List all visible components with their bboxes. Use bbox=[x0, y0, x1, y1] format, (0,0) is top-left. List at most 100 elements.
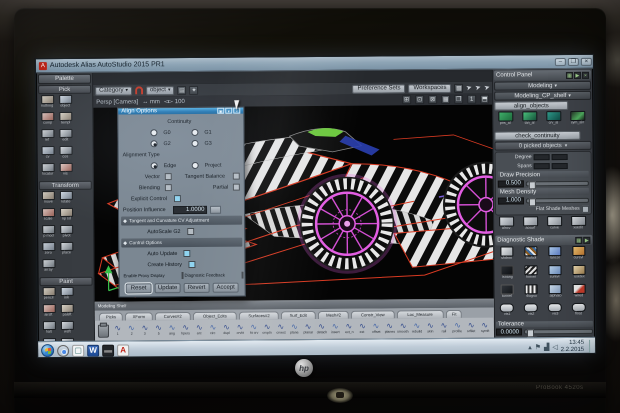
picked-objects-bar[interactable]: 0 picked objects▾ bbox=[494, 141, 591, 151]
cursor-tool-icon[interactable]: ➤ bbox=[465, 83, 473, 92]
taskbar-clock[interactable]: 13:452.2.2015 bbox=[561, 339, 586, 353]
shelf-tool[interactable]: ∿hpers bbox=[179, 322, 193, 337]
minimize-button[interactable]: – bbox=[555, 58, 566, 66]
spans-field[interactable] bbox=[552, 163, 568, 169]
explorer-icon[interactable]: ▢ bbox=[72, 344, 84, 356]
spans-field[interactable] bbox=[534, 163, 550, 169]
palette-tool[interactable]: pivot bbox=[57, 225, 75, 242]
shelf-tool[interactable]: ∿3 bbox=[138, 323, 152, 338]
diagnostic-tool[interactable]: tunnel bbox=[496, 284, 519, 302]
volume-icon[interactable]: ◁ bbox=[552, 343, 557, 351]
quick-tool[interactable]: xsedit bbox=[567, 216, 589, 234]
shelf-tool[interactable]: ∿arc bbox=[192, 322, 206, 337]
check-continuity-button[interactable]: check_continuity bbox=[494, 131, 580, 141]
shelf-tool[interactable]: ∿crvect bbox=[274, 322, 288, 337]
align-tool[interactable]: tan_al bbox=[518, 111, 540, 130]
palette-header[interactable]: Palette bbox=[38, 74, 91, 84]
diagnostic-shade-header[interactable]: Diagnostic Shade ▦▶ bbox=[495, 235, 592, 246]
start-button[interactable] bbox=[41, 344, 54, 357]
panel-grid-icon[interactable]: ▦ bbox=[566, 71, 573, 78]
diagnostic-tool[interactable]: surevl bbox=[543, 265, 566, 283]
radio-g0[interactable] bbox=[150, 129, 157, 136]
visibility-tool[interactable]: float bbox=[568, 303, 590, 320]
shelf-tool[interactable]: ∿skin bbox=[424, 321, 438, 336]
palette-tool[interactable]: array bbox=[39, 259, 57, 276]
visibility-tool[interactable]: vis2 bbox=[520, 303, 542, 320]
create-history-checkbox[interactable] bbox=[189, 261, 196, 268]
palette-tool[interactable]: airsft bbox=[40, 304, 58, 321]
shelf-tool[interactable]: ∿crvpln bbox=[260, 322, 274, 337]
diagnostic-tool[interactable]: usetex bbox=[567, 265, 590, 283]
orbit-view-icon[interactable]: ⊡ bbox=[415, 95, 424, 104]
degree-field[interactable] bbox=[552, 154, 568, 160]
shelf-tab[interactable]: Object_Edits bbox=[193, 312, 237, 320]
panel-close-icon[interactable]: × bbox=[582, 71, 589, 78]
diagnostic-tool[interactable]: shdron bbox=[495, 246, 518, 264]
shelf-tool[interactable]: ∿ext_n bbox=[342, 321, 356, 336]
radio-edge[interactable] bbox=[151, 162, 158, 169]
shelf-tab[interactable]: Picks bbox=[99, 313, 123, 321]
shelf-tool[interactable]: ∿ext bbox=[356, 321, 370, 336]
palette-tool[interactable]: locator bbox=[39, 163, 57, 180]
tolerance-slider[interactable] bbox=[524, 329, 593, 335]
shelf-dropdown[interactable]: Modeling_CP_shelf▾ bbox=[494, 91, 591, 101]
list-icon[interactable]: ▤ bbox=[177, 86, 186, 95]
shelf-tool[interactable]: ∿smooth bbox=[396, 321, 410, 336]
diagnostic-feedback-checkbox[interactable] bbox=[242, 272, 244, 279]
shelf-tab[interactable]: XForm bbox=[125, 312, 153, 320]
align-tool[interactable]: crv_al bbox=[542, 111, 564, 130]
palette-tool[interactable]: nothing bbox=[38, 95, 56, 112]
auto-update-checkbox[interactable] bbox=[184, 250, 191, 257]
shelf-tab[interactable]: Curves#2 bbox=[155, 312, 191, 320]
shelf-tool[interactable]: ∿ang bbox=[165, 323, 179, 338]
cursor-tool-icon[interactable]: ➤ bbox=[483, 83, 491, 92]
diagnostic-tool[interactable]: rancol bbox=[543, 246, 566, 264]
quick-tool[interactable]: acsurf bbox=[519, 216, 541, 234]
fullscreen-icon[interactable]: ⬒ bbox=[480, 95, 489, 104]
grid-toggle-icon[interactable]: ▦ bbox=[441, 95, 450, 104]
position-influence-field[interactable]: 1.0000 bbox=[173, 205, 207, 213]
object-dropdown[interactable]: object▾ bbox=[146, 86, 175, 95]
visibility-tool[interactable]: vis1 bbox=[496, 303, 518, 320]
shelf-tool[interactable]: ∿srfilet bbox=[464, 320, 478, 335]
window-split-icon[interactable]: ❐ bbox=[454, 95, 463, 104]
shelf-tool[interactable]: ∿detach bbox=[315, 321, 329, 336]
palette-tool[interactable]: cos bbox=[57, 146, 75, 163]
shelf-tool[interactable]: ∿dupl bbox=[220, 322, 234, 337]
palette-tool[interactable]: ref bbox=[38, 129, 56, 146]
view-number-box[interactable]: 1 bbox=[467, 95, 476, 104]
shelf-tab[interactable]: Fit bbox=[446, 310, 463, 318]
quick-tool[interactable]: curve bbox=[543, 216, 565, 234]
camera-label[interactable]: Persp [Camera] bbox=[96, 99, 138, 105]
diagnostic-tool[interactable]: wired bbox=[568, 284, 591, 302]
align-tool[interactable]: pos_al bbox=[494, 111, 516, 130]
shelf-tool[interactable]: ∿circ bbox=[206, 322, 220, 337]
shelf-tool[interactable]: ∿symft bbox=[478, 320, 492, 335]
enable-proxy-checkbox[interactable] bbox=[182, 272, 184, 279]
cursor-tool-icon[interactable]: ➤ bbox=[474, 83, 482, 92]
vector-checkbox[interactable] bbox=[165, 173, 172, 180]
palette-tool[interactable]: p mod bbox=[39, 225, 57, 242]
explicit-control-checkbox[interactable] bbox=[174, 195, 181, 202]
palette-tool[interactable]: wsft bbox=[58, 321, 76, 338]
diagnostic-tool[interactable]: alphato bbox=[544, 284, 567, 302]
palette-tool[interactable]: object bbox=[56, 95, 74, 112]
palette-tool[interactable]: cv bbox=[39, 146, 57, 163]
visibility-tool[interactable]: vis3 bbox=[544, 303, 566, 320]
degree-field[interactable] bbox=[534, 154, 550, 160]
palette-tool[interactable]: np sd bbox=[57, 208, 75, 225]
radio-g3[interactable] bbox=[191, 140, 198, 147]
dialog-button[interactable]: Revert bbox=[184, 283, 210, 293]
flat-shade-checkbox[interactable] bbox=[582, 205, 589, 212]
quick-tool[interactable]: alncv bbox=[495, 216, 517, 234]
palette-tool[interactable]: zero bbox=[39, 242, 57, 259]
shelf-tab[interactable]: Constr_View bbox=[351, 310, 395, 318]
palette-tool[interactable]: scale bbox=[39, 208, 57, 225]
palette-tool[interactable]: place bbox=[57, 242, 75, 259]
mesh-density-value[interactable]: 1.000 bbox=[498, 197, 524, 204]
panel-play-icon[interactable]: ▶ bbox=[574, 71, 581, 78]
dialog-button[interactable]: Accept bbox=[213, 283, 239, 293]
palette-section-pick[interactable]: Pick bbox=[38, 85, 91, 94]
palette-tool[interactable]: rotate bbox=[57, 191, 75, 208]
position-influence-slider[interactable] bbox=[210, 205, 221, 213]
